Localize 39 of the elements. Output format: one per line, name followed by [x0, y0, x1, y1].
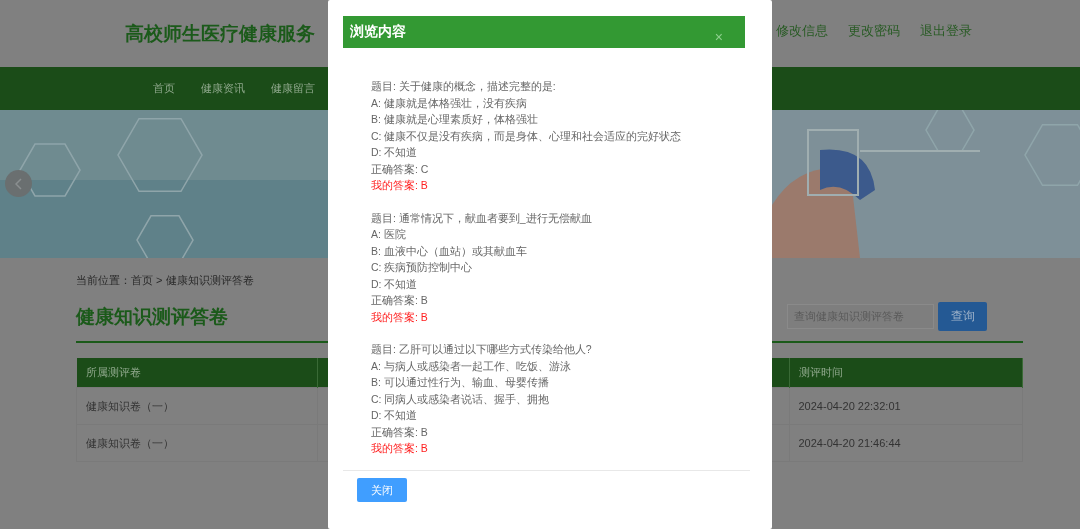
site-title: 高校师生医疗健康服务 — [125, 22, 315, 46]
option-text: A: 健康就是体格强壮，没有疾病 — [371, 95, 528, 111]
header-link[interactable]: 更改密码 — [848, 21, 900, 40]
nav-item[interactable]: 健康资讯 — [201, 81, 245, 96]
question-text: 题目: 乙肝可以通过以下哪些方式传染给他人? — [371, 342, 593, 357]
option-text: B: 健康就是心理素质好，体格强壮 — [371, 112, 539, 127]
option-text: C: 健康不仅是没有疾病，而是身体、心理和社会适应的完好状态 — [371, 128, 683, 144]
question-text: 题目: 通常情况下，献血者要到_进行无偿献血 — [371, 210, 593, 226]
nav-item[interactable]: 健康留言 — [271, 81, 315, 96]
close-button[interactable]: × — [714, 30, 723, 44]
correct-answer: 正确答案: B — [371, 424, 429, 440]
option-text: B: 血液中心（血站）或其献血车 — [371, 243, 528, 259]
option-text: C: 疾病预防控制中心 — [371, 260, 474, 275]
section-title: 健康知识测评答卷 — [76, 305, 228, 329]
close-dialog-button[interactable]: 关闭 — [357, 478, 407, 502]
breadcrumb: 当前位置：首页 > 健康知识测评答卷 — [76, 273, 254, 288]
option-text: A: 医院 — [371, 227, 407, 242]
table-cell: 2024-04-20 21:46:44 — [789, 424, 1023, 462]
table-cell: 2024-04-20 22:32:01 — [789, 387, 1023, 425]
header-link[interactable]: 修改信息 — [776, 21, 828, 40]
column-header: 所属测评卷 — [76, 358, 317, 388]
option-text: A: 与病人或感染者一起工作、吃饭、游泳 — [371, 358, 572, 374]
question-text: 题目: 关于健康的概念，描述完整的是: — [371, 79, 557, 94]
my-answer: 我的答案: B — [371, 441, 429, 456]
chevron-left-icon — [14, 177, 23, 190]
correct-answer: 正确答案: C — [371, 161, 430, 177]
option-text: C: 同病人或感染者说话、握手、拥抱 — [371, 391, 551, 407]
search-button[interactable]: 查询 — [938, 301, 987, 331]
option-text: D: 不知道 — [371, 276, 419, 292]
nav-item[interactable]: 首页 — [153, 81, 175, 96]
header-link[interactable]: 退出登录 — [920, 21, 972, 40]
dialog-title: 浏览内容 — [350, 23, 406, 41]
option-text: B: 可以通过性行为、输血、母婴传播 — [371, 375, 550, 390]
option-text: D: 不知道 — [371, 408, 419, 423]
my-answer: 我的答案: B — [371, 309, 429, 325]
my-answer: 我的答案: B — [371, 178, 429, 193]
correct-answer: 正确答案: B — [371, 293, 429, 308]
column-header: 测评时间 — [789, 358, 1023, 388]
option-text: D: 不知道 — [371, 145, 419, 160]
